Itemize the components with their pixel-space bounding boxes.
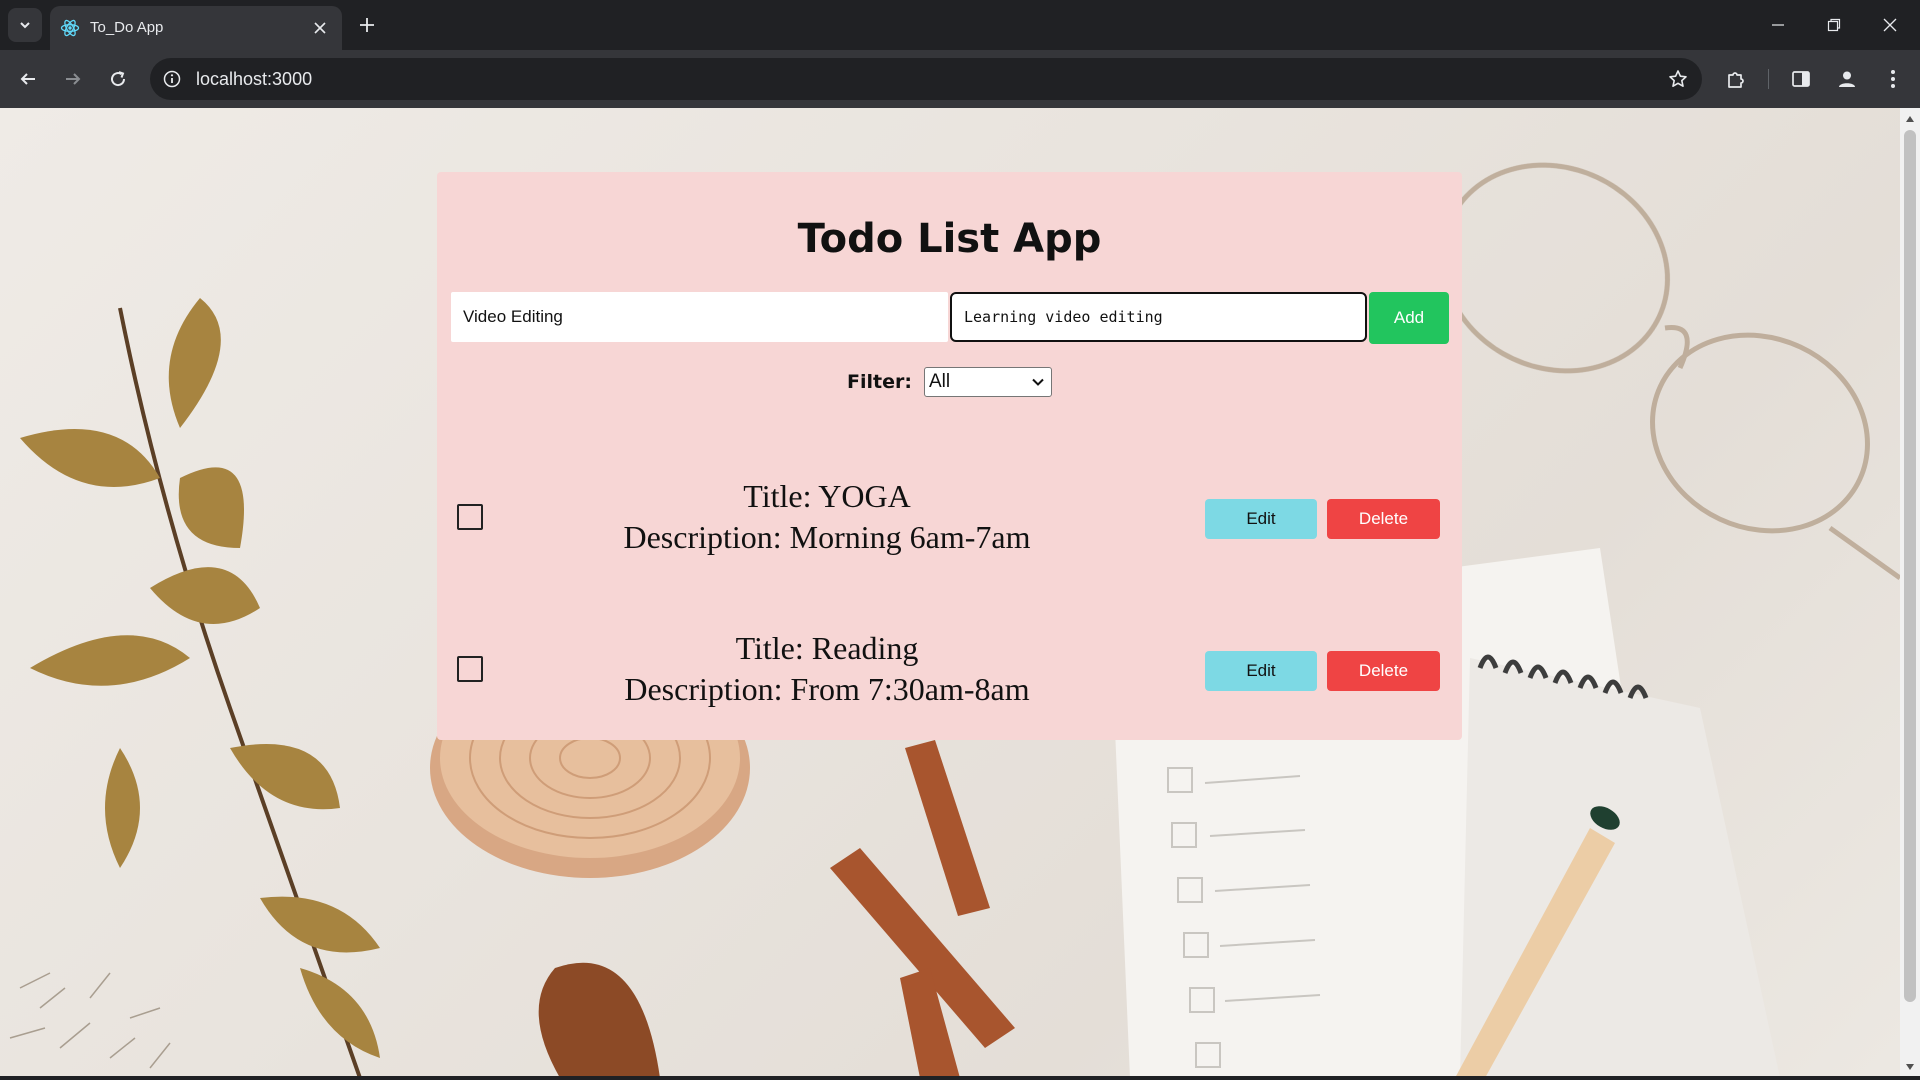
- todo-item: Title: YOGA Description: Morning 6am-7am…: [437, 454, 1462, 574]
- back-button[interactable]: [10, 61, 46, 97]
- edit-button[interactable]: Edit: [1205, 651, 1317, 691]
- todo-item: Title: Reading Description: From 7:30am-…: [437, 606, 1462, 726]
- restore-icon: [1827, 18, 1841, 32]
- puzzle-icon: [1728, 72, 1744, 88]
- forward-button[interactable]: [55, 61, 91, 97]
- extensions-button[interactable]: [1720, 63, 1752, 95]
- react-icon: [60, 19, 80, 37]
- reload-icon: [111, 71, 126, 87]
- info-icon: [163, 70, 181, 88]
- browser-tab[interactable]: To_Do App: [50, 6, 342, 50]
- triangle-down-icon: [1906, 1064, 1914, 1070]
- page-viewport: Todo List App Add Filter: All Title: YOG…: [0, 108, 1900, 1078]
- page-scrollbar[interactable]: [1900, 108, 1920, 1078]
- edit-button[interactable]: Edit: [1205, 499, 1317, 539]
- site-info-button[interactable]: [160, 67, 184, 91]
- close-icon: [1883, 18, 1897, 32]
- add-button[interactable]: Add: [1369, 292, 1449, 344]
- side-panel-button[interactable]: [1785, 63, 1817, 95]
- filter-row: Filter: All: [437, 367, 1462, 397]
- url-text: localhost:3000: [196, 69, 313, 89]
- tab-title: To_Do App: [90, 19, 164, 36]
- page-title: Todo List App: [797, 216, 1102, 262]
- todo-description: Description: From 7:30am-8am: [624, 671, 1030, 707]
- minimize-icon: [1772, 24, 1784, 26]
- todo-description: Description: Morning 6am-7am: [623, 519, 1031, 555]
- plus-icon: [360, 18, 374, 32]
- todo-title: Title: YOGA: [743, 478, 911, 514]
- reload-button[interactable]: [100, 61, 136, 97]
- profile-button[interactable]: [1831, 63, 1863, 95]
- arrow-right-icon: [66, 73, 81, 85]
- close-window-button[interactable]: [1862, 0, 1918, 50]
- tab-close-button[interactable]: [308, 16, 332, 40]
- browser-toolbar: localhost:3000: [0, 50, 1920, 108]
- filter-select[interactable]: All: [923, 367, 1052, 397]
- todo-card: Todo List App Add Filter: All Title: YOG…: [437, 172, 1462, 740]
- close-icon: [314, 22, 326, 34]
- todo-title: Title: Reading: [735, 630, 919, 666]
- profile-icon: [1839, 71, 1855, 87]
- tab-strip: To_Do App: [0, 0, 1920, 50]
- kebab-icon: [1891, 70, 1895, 88]
- browser-menu-button[interactable]: [1877, 63, 1909, 95]
- scrollbar-thumb[interactable]: [1904, 130, 1916, 1002]
- todo-text: Title: Reading Description: From 7:30am-…: [437, 628, 1217, 710]
- restore-button[interactable]: [1806, 0, 1862, 50]
- todo-text: Title: YOGA Description: Morning 6am-7am: [437, 476, 1217, 558]
- todo-description-input[interactable]: [950, 292, 1367, 342]
- address-bar[interactable]: localhost:3000: [150, 58, 1702, 100]
- toolbar-divider: [1768, 69, 1769, 89]
- triangle-up-icon: [1906, 116, 1914, 122]
- new-tab-button[interactable]: [352, 10, 382, 40]
- todo-title-input[interactable]: [451, 292, 948, 342]
- filter-label: Filter:: [847, 371, 912, 393]
- scroll-down-arrow[interactable]: [1905, 1062, 1915, 1072]
- chevron-down-icon: [1032, 378, 1044, 386]
- delete-button[interactable]: Delete: [1327, 499, 1440, 539]
- scroll-up-arrow[interactable]: [1905, 114, 1915, 124]
- tab-search-button[interactable]: [8, 8, 42, 42]
- minimize-button[interactable]: [1750, 0, 1806, 50]
- arrow-left-icon: [20, 73, 35, 85]
- star-icon: [1669, 70, 1687, 87]
- bookmark-button[interactable]: [1664, 65, 1692, 93]
- delete-button[interactable]: Delete: [1327, 651, 1440, 691]
- side-panel-icon: [1792, 71, 1810, 87]
- window-bottom-border: [0, 1076, 1920, 1080]
- filter-selected-value: All: [928, 371, 951, 392]
- chevron-down-icon: [20, 22, 30, 29]
